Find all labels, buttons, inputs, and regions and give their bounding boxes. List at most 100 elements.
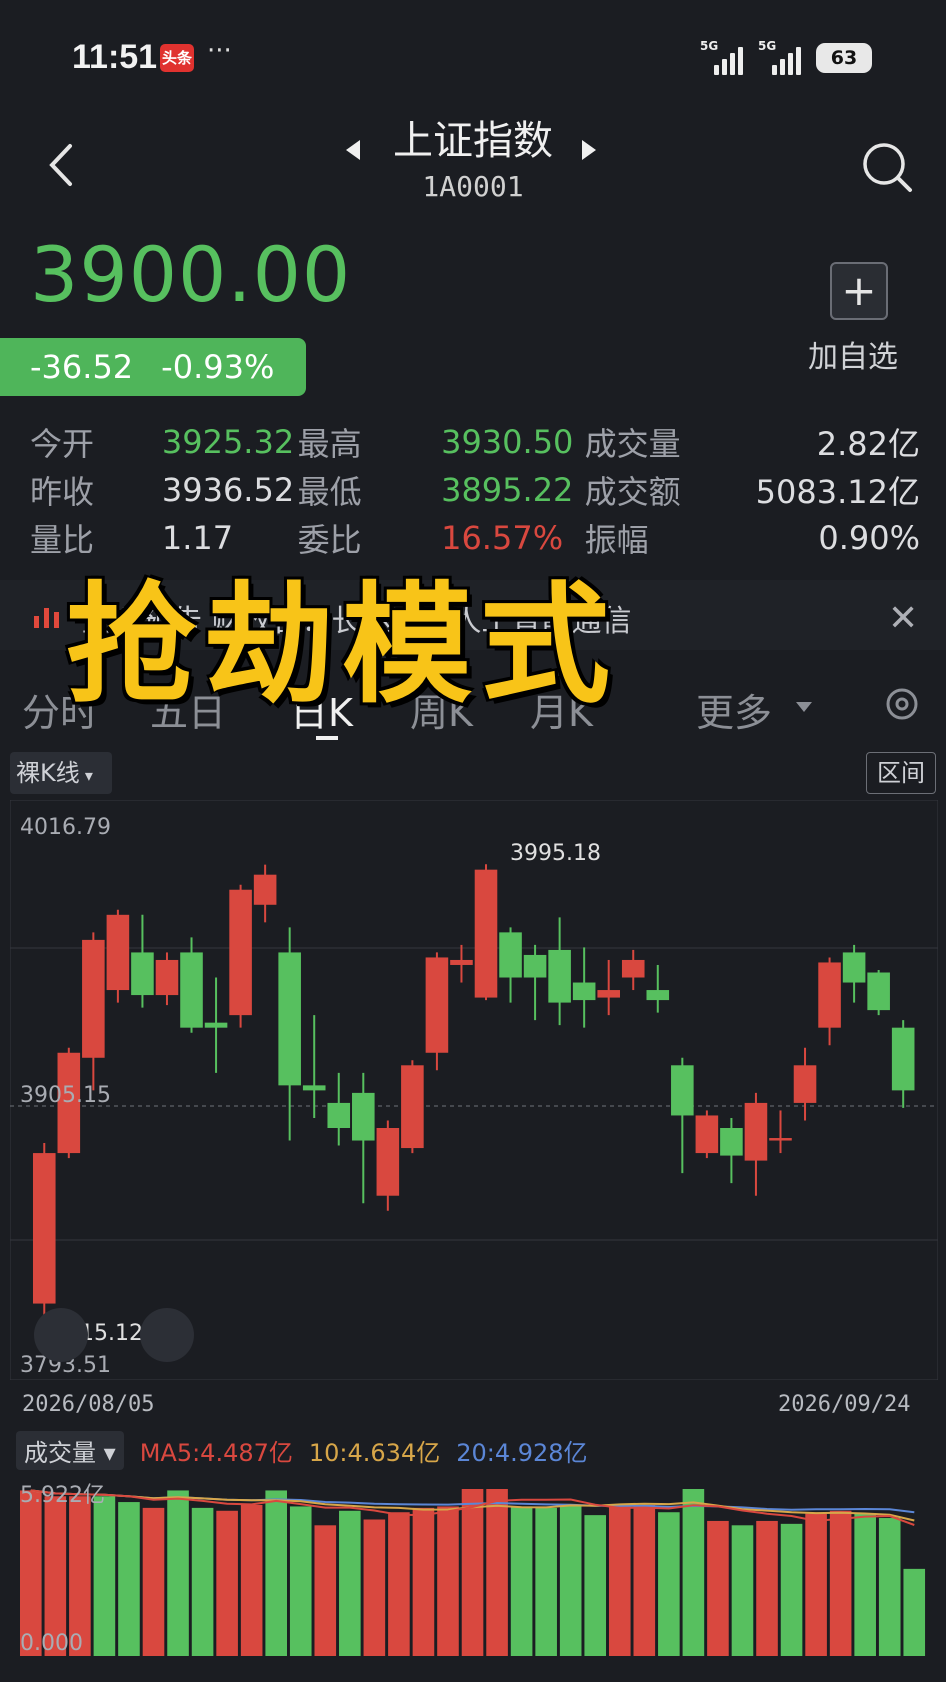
- candle-body: [278, 952, 301, 1086]
- volume-bar: [388, 1512, 410, 1656]
- candle-body: [695, 1115, 719, 1154]
- candle-body: [842, 952, 866, 983]
- header-title-block: 上证指数 1A0001: [0, 108, 946, 203]
- ma20-label: 20:4.928亿: [456, 1438, 588, 1467]
- fullscreen-icon[interactable]: [140, 1308, 194, 1362]
- chevron-down-icon[interactable]: [796, 702, 812, 712]
- candle-body: [891, 1027, 915, 1091]
- candle-body: [671, 1065, 694, 1116]
- signal-icon: 5G: [700, 39, 748, 75]
- candle-body: [621, 959, 645, 978]
- candle-body: [744, 1102, 768, 1161]
- candle-body: [474, 869, 498, 998]
- close-icon[interactable]: ✕: [888, 598, 918, 639]
- candle-body: [499, 932, 522, 978]
- volume-top-label: 5.922亿: [20, 1483, 105, 1508]
- volume-bar: [707, 1520, 729, 1656]
- candle-body: [376, 1127, 400, 1196]
- candlestick-chart[interactable]: 4016.79 3905.15 3793.51 3995.18 3815.12: [10, 800, 938, 1380]
- quote-label: 昨收: [30, 473, 95, 511]
- quote-value: 2.82亿: [816, 425, 920, 463]
- volume-bar: [584, 1515, 607, 1656]
- candle-body: [425, 957, 449, 1053]
- volume-select-label: 成交量: [24, 1438, 96, 1467]
- add-watchlist-label[interactable]: 加自选: [808, 332, 898, 376]
- volume-bar: [535, 1507, 557, 1656]
- change-badge: -36.52 -0.93%: [0, 338, 306, 396]
- volume-bar: [93, 1496, 116, 1656]
- y-axis-top-label: 4016.79: [20, 815, 111, 840]
- quote-value: 3936.52: [161, 471, 295, 509]
- volume-bar: [412, 1507, 435, 1656]
- candle-body: [32, 1153, 56, 1304]
- volume-chart[interactable]: 5.922亿 0.000: [10, 1472, 938, 1656]
- gear-icon[interactable]: [882, 684, 922, 724]
- stock-code: 1A0001: [422, 170, 524, 203]
- ma10-label: 10:4.634亿: [308, 1438, 441, 1467]
- volume-bar: [878, 1518, 901, 1656]
- volume-bar: [756, 1520, 778, 1656]
- volume-bar: [805, 1513, 827, 1656]
- candle-body: [253, 874, 277, 905]
- range-button[interactable]: 区间: [866, 752, 936, 794]
- kline-type-label: 裸K线: [16, 759, 80, 787]
- volume-bar: [633, 1504, 656, 1656]
- ma5-label: MA5:4.487亿: [139, 1438, 293, 1467]
- status-time: 11:51: [72, 38, 158, 76]
- quote-value: 3895.22: [441, 471, 574, 509]
- battery-icon: 63: [816, 43, 872, 73]
- candle-body: [82, 939, 105, 1058]
- quote-row: 今开 3925.32 最高 3930.50 成交量 2.82亿: [30, 418, 920, 466]
- add-watchlist-button[interactable]: +: [830, 262, 888, 320]
- live-bars-icon: [34, 602, 59, 628]
- change-percent: -0.93%: [161, 348, 275, 386]
- candle-body: [597, 990, 620, 998]
- tab-more[interactable]: 更多: [696, 682, 772, 737]
- volume-bar: [339, 1510, 361, 1656]
- volume-bar: [314, 1525, 337, 1656]
- volume-bar: [510, 1506, 533, 1656]
- search-icon[interactable]: [860, 140, 916, 196]
- volume-bar: [191, 1507, 214, 1656]
- candle-body: [572, 982, 596, 1001]
- quote-value: 5083.12亿: [755, 473, 920, 511]
- volume-bar: [265, 1490, 288, 1656]
- signal-icon-2: 5G: [758, 39, 806, 75]
- candle-body: [769, 1138, 792, 1141]
- candle-body: [352, 1092, 375, 1141]
- current-price: 3900.00: [30, 230, 352, 319]
- candle-body: [646, 990, 670, 1001]
- candle-body: [450, 959, 473, 965]
- quote-label: 成交量: [584, 425, 681, 463]
- kline-type-select[interactable]: 裸K线 ▾: [10, 752, 112, 794]
- volume-bar: [829, 1510, 852, 1656]
- quote-value: 3925.32: [161, 423, 295, 461]
- volume-bar: [437, 1506, 459, 1656]
- volume-bar: [461, 1488, 484, 1656]
- volume-bar: [854, 1513, 876, 1656]
- candle-body: [327, 1102, 351, 1128]
- quote-row: 昨收 3936.52 最低 3895.22 成交额 5083.12亿: [30, 466, 920, 514]
- volume-bar: [559, 1504, 582, 1656]
- expand-icon[interactable]: [34, 1308, 88, 1362]
- volume-bar: [731, 1525, 754, 1656]
- app-badge-icon: 头条: [160, 44, 194, 72]
- volume-bar: [289, 1506, 312, 1656]
- volume-bar: [486, 1488, 508, 1656]
- candle-body: [401, 1065, 424, 1149]
- quote-label: 今开: [30, 425, 95, 463]
- date-end-label: 2026/09/24: [778, 1392, 911, 1417]
- volume-zero-label: 0.000: [20, 1631, 83, 1656]
- volume-bar: [240, 1504, 263, 1656]
- volume-select[interactable]: 成交量 ▾: [16, 1430, 124, 1470]
- date-start-label: 2026/08/05: [22, 1392, 155, 1417]
- candle-body: [106, 914, 130, 991]
- volume-bar: [903, 1568, 926, 1656]
- candle-body: [302, 1085, 326, 1091]
- volume-bar: [167, 1490, 189, 1656]
- quote-label: 最高: [297, 425, 362, 463]
- overlay-banner-text: 抢劫模式: [66, 569, 619, 721]
- candle-body: [548, 949, 571, 1003]
- candle-body: [867, 972, 890, 1011]
- candle-body: [818, 962, 841, 1028]
